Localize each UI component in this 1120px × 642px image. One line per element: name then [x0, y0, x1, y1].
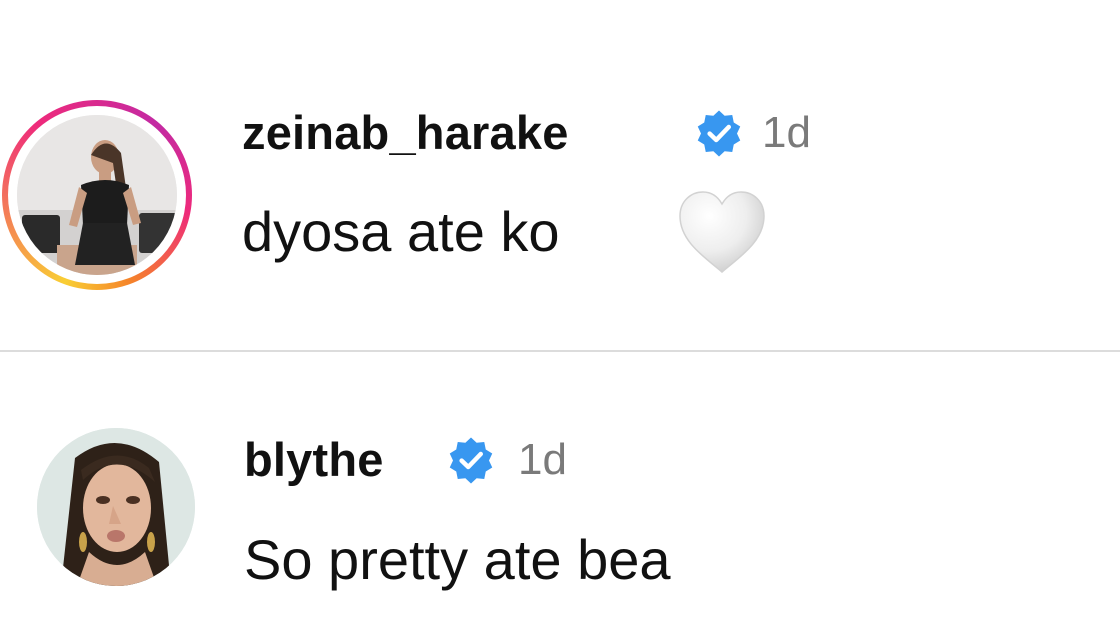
comment-text: dyosa ate ko [242, 200, 560, 263]
verified-badge-icon [449, 437, 493, 484]
comment-username[interactable]: blythe [244, 432, 384, 487]
avatar[interactable] [37, 428, 195, 586]
avatar-photo [17, 115, 177, 275]
comment-username[interactable]: zeinab_harake [242, 105, 569, 160]
comments-list: zeinab_harake 1d dyosa ate ko blythe 1d … [0, 0, 1120, 642]
comment-timestamp: 1d [762, 108, 811, 157]
verified-badge-icon [697, 110, 741, 157]
comment-timestamp: 1d [518, 435, 567, 484]
avatar-photo [37, 428, 195, 586]
avatar[interactable] [17, 115, 177, 275]
comment-text: So pretty ate bea [244, 528, 671, 591]
white-heart-icon [679, 191, 765, 273]
